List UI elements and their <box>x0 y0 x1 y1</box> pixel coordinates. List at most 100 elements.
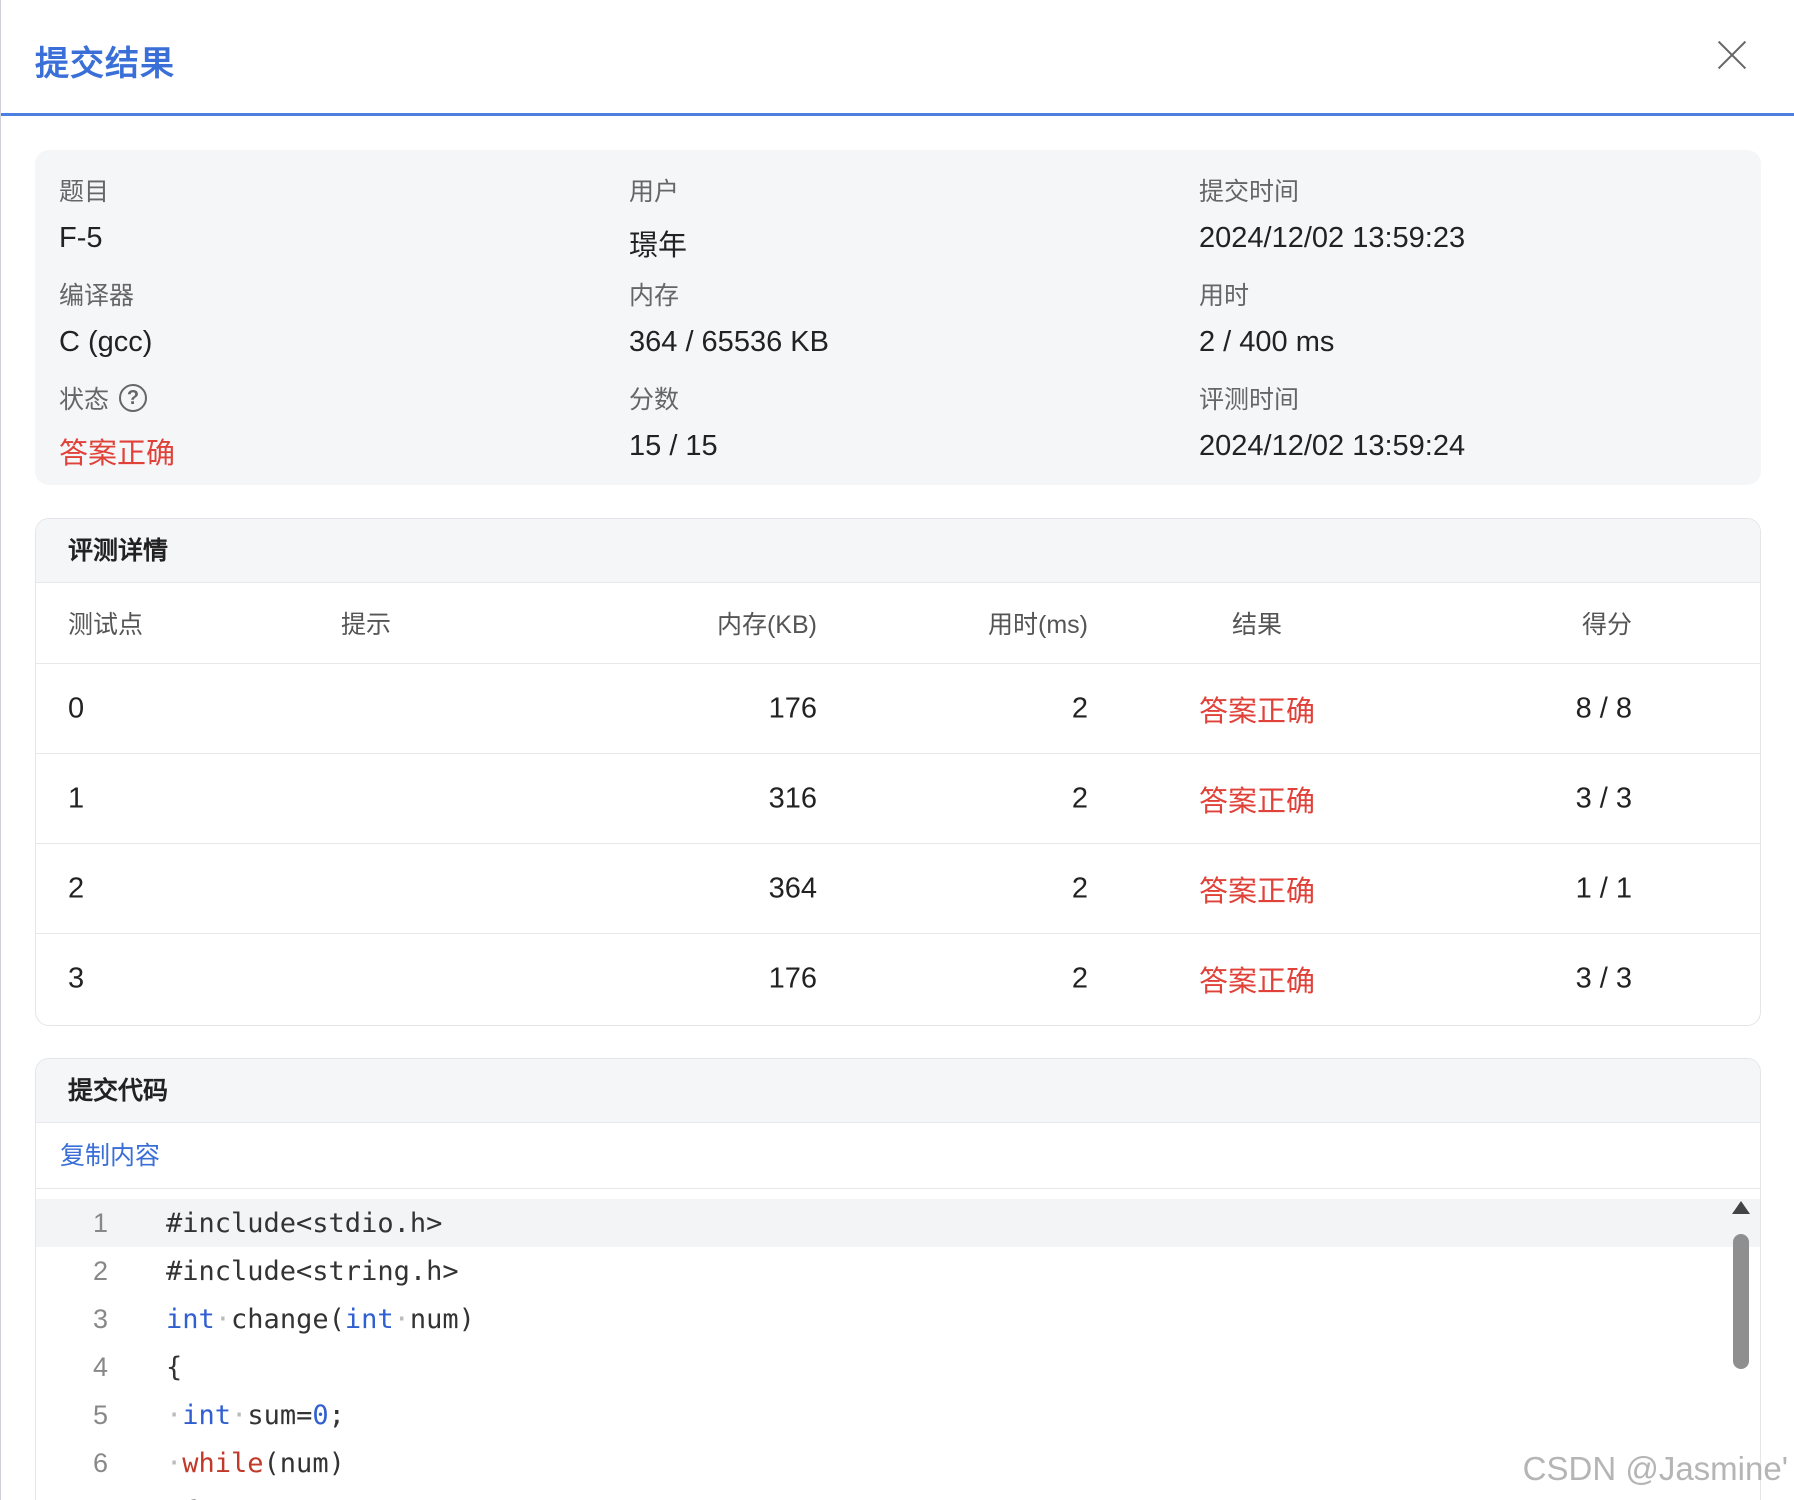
code-token: · <box>166 1399 183 1431</box>
line-code: ·int·sum=0; <box>146 1400 345 1431</box>
code-token: while <box>182 1447 264 1479</box>
info-compiler-value: C (gcc) <box>59 326 153 358</box>
submitted-code-title: 提交代码 <box>36 1059 1760 1123</box>
info-user-value: 璟年 <box>629 230 688 262</box>
judge-table-header: 测试点 提示 内存(KB) 用时(ms) 结果 得分 <box>36 583 1760 664</box>
code-token: #include<string.h> <box>166 1255 459 1287</box>
info-user: 用户 璟年 <box>629 172 687 264</box>
watermark: CSDN @Jasmine' <box>1522 1450 1788 1487</box>
info-status-value: 答案正确 <box>59 438 176 470</box>
cell-time: 2 <box>1071 782 1088 814</box>
copy-bar: 复制内容 <box>36 1123 1760 1189</box>
copy-content-button[interactable]: 复制内容 <box>60 1142 160 1170</box>
info-score-value: 15 / 15 <box>629 430 718 462</box>
code-token: 0 <box>312 1399 329 1431</box>
judge-table-body: 0 176 2 答案正确 8 / 8 1 316 2 答案正确 3 / 3 2 364 2 答案正确 1 /… <box>36 664 1760 1024</box>
line-code: int·change(int·num) <box>146 1304 475 1335</box>
code-token: change( <box>231 1303 345 1335</box>
code-token: num) <box>409 1303 475 1335</box>
cell-result: 答案正确 <box>1199 966 1316 998</box>
col-header-memory: 内存(KB) <box>716 611 817 639</box>
info-time: 用时 2 / 400 ms <box>1199 276 1334 359</box>
cell-score: 3 / 3 <box>1575 782 1632 814</box>
info-status-label-row: 状态 ? <box>59 380 175 416</box>
cell-time: 2 <box>1071 962 1088 995</box>
code-token: · <box>231 1399 248 1431</box>
line-number: 3 <box>92 1303 108 1334</box>
info-problem-value: F-5 <box>59 222 103 254</box>
code-line: 6 ·while(num) <box>36 1439 1760 1487</box>
cell-score: 3 / 3 <box>1575 962 1632 995</box>
cell-result: 答案正确 <box>1199 695 1316 728</box>
close-icon[interactable] <box>1715 38 1749 72</box>
line-code: #include<stdio.h> <box>146 1208 442 1239</box>
info-memory: 内存 364 / 65536 KB <box>629 276 829 359</box>
cell-memory: 176 <box>768 692 817 724</box>
info-user-label: 用户 <box>629 178 680 206</box>
info-problem-label: 题目 <box>59 178 110 206</box>
code-token: · <box>214 1303 232 1335</box>
judge-details-title: 评测详情 <box>36 519 1760 583</box>
info-time-value: 2 / 400 ms <box>1199 326 1335 358</box>
col-header-time: 用时(ms) <box>988 611 1088 639</box>
table-row: 3 176 2 答案正确 3 / 3 <box>36 934 1760 1024</box>
info-judge-time-label: 评测时间 <box>1199 386 1300 414</box>
code-line: 3 int·change(int·num) <box>36 1295 1760 1343</box>
info-status-label: 状态 <box>59 386 110 414</box>
judge-details-panel: 评测详情 测试点 提示 内存(KB) 用时(ms) 结果 得分 0 176 2 答案正… <box>35 518 1761 1026</box>
code-token: ; <box>328 1399 345 1431</box>
cell-memory: 364 <box>768 872 817 904</box>
line-number: 6 <box>92 1447 108 1478</box>
code-token: (num) <box>263 1447 345 1479</box>
info-problem: 题目 F-5 <box>59 172 109 255</box>
cell-score: 8 / 8 <box>1575 692 1632 724</box>
line-number: 2 <box>92 1255 108 1286</box>
line-number: 1 <box>92 1207 108 1238</box>
cell-id: 1 <box>68 782 85 814</box>
code-token: int <box>182 1399 232 1431</box>
cell-result: 答案正确 <box>1199 875 1316 908</box>
table-row: 0 176 2 答案正确 8 / 8 <box>36 664 1760 754</box>
info-submit-time-value: 2024/12/02 13:59:23 <box>1199 222 1466 254</box>
cell-time: 2 <box>1071 692 1088 724</box>
info-time-label: 用时 <box>1199 282 1250 310</box>
info-judge-time: 评测时间 2024/12/02 13:59:24 <box>1199 380 1465 463</box>
question-circle-icon[interactable]: ? <box>119 384 148 412</box>
col-header-score: 得分 <box>1581 611 1632 639</box>
cell-result: 答案正确 <box>1199 785 1316 818</box>
code-token: { <box>166 1351 183 1383</box>
submission-info-card: 题目 F-5 用户 璟年 提交时间 2024/12/02 13:59:23 编译… <box>35 150 1761 485</box>
code-lines: 1 #include<stdio.h> 2 #include<string.h> 3 in… <box>36 1199 1760 1500</box>
code-line: 4{ <box>36 1343 1760 1391</box>
submitted-code-panel: 提交代码 复制内容 1 #include<stdio.h> 2 #include<st… <box>35 1058 1761 1500</box>
code-viewer[interactable]: 1 #include<stdio.h> 2 #include<string.h> 3 in… <box>36 1189 1760 1500</box>
code-line: 2 #include<string.h> <box>36 1247 1760 1295</box>
col-header-id: 测试点 <box>68 611 144 639</box>
line-code: ·{ <box>146 1496 199 1500</box>
line-number: 7 <box>36 1496 146 1500</box>
info-judge-time-value: 2024/12/02 13:59:24 <box>1199 430 1466 462</box>
info-memory-value: 364 / 65536 KB <box>629 326 829 358</box>
code-line: 5 ·int·sum=0; <box>36 1391 1760 1439</box>
line-number: 4 <box>92 1351 108 1382</box>
info-compiler-label: 编译器 <box>59 282 135 310</box>
scroll-thumb[interactable] <box>1733 1234 1749 1369</box>
info-score: 分数 15 / 15 <box>629 380 718 463</box>
cell-id: 2 <box>68 872 85 904</box>
scroll-up-arrow-icon[interactable] <box>1732 1201 1750 1214</box>
code-line: 7 ·{ <box>36 1487 1760 1500</box>
info-compiler: 编译器 C (gcc) <box>59 276 152 359</box>
col-header-result: 结果 <box>1232 611 1283 639</box>
info-memory-label: 内存 <box>629 282 680 310</box>
dialog-header: 提交结果 <box>1 0 1794 116</box>
line-code: ·while(num) <box>146 1448 345 1479</box>
info-score-label: 分数 <box>629 386 680 414</box>
code-token: int <box>344 1303 394 1335</box>
cell-memory: 316 <box>768 782 817 814</box>
code-line: 1 #include<stdio.h> <box>36 1199 1760 1247</box>
info-submit-time-label: 提交时间 <box>1199 178 1300 206</box>
info-submit-time: 提交时间 2024/12/02 13:59:23 <box>1199 172 1465 255</box>
code-token: int <box>166 1303 215 1335</box>
info-status: 状态 ? 答案正确 <box>59 380 175 472</box>
cell-score: 1 / 1 <box>1575 872 1632 904</box>
